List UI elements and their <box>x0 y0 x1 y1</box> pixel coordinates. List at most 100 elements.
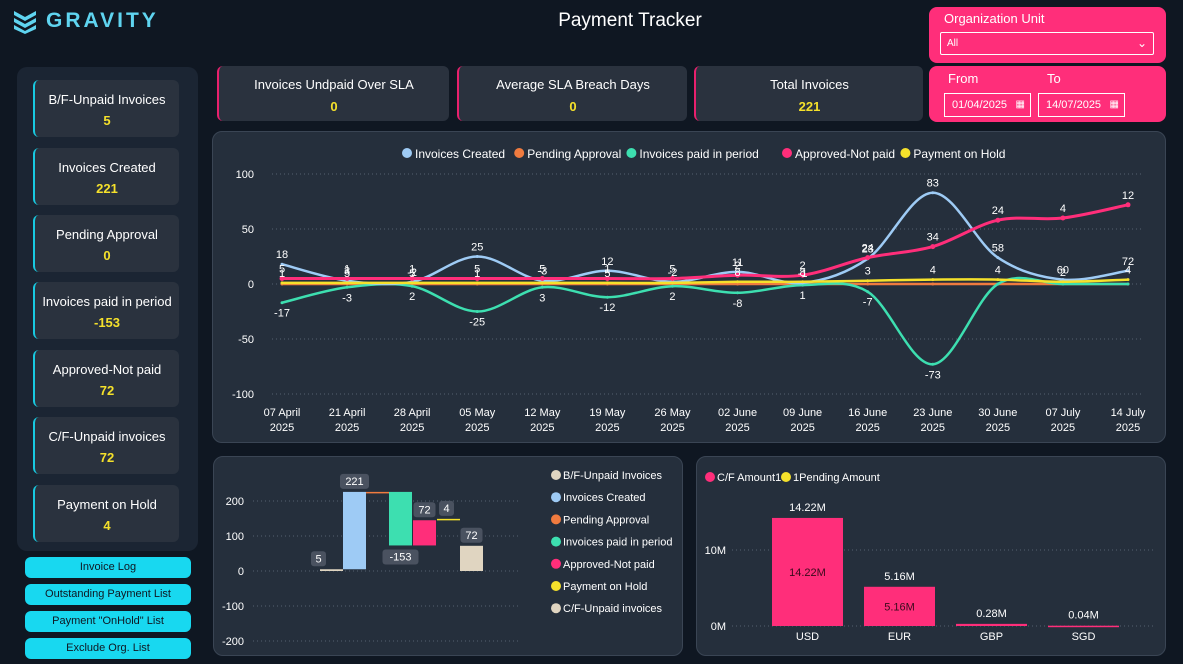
data-label: 24 <box>862 243 874 255</box>
data-point <box>345 281 349 285</box>
y-tick-label: -200 <box>222 636 244 648</box>
kpi-value: 5 <box>103 113 111 128</box>
outstanding-payment-list-button[interactable]: Outstanding Payment List <box>25 584 191 605</box>
x-tick-label: 2025 <box>725 422 749 434</box>
data-point <box>866 279 870 283</box>
x-tick-label: 09 June <box>783 407 822 419</box>
y-tick-label: 50 <box>242 224 254 236</box>
data-label: 5 <box>604 268 610 280</box>
kpi-cf-unpaid: C/F-Unpaid invoices 72 <box>33 417 179 474</box>
x-tick-label: 2025 <box>335 422 359 434</box>
legend-marker <box>402 148 412 158</box>
legend-marker <box>626 148 637 158</box>
y-tick-label: 0M <box>711 621 726 633</box>
kpi-label: Approved-Not paid <box>52 362 162 377</box>
data-label: 3 <box>865 266 871 278</box>
data-point <box>1126 282 1130 286</box>
kpi-label: B/F-Unpaid Invoices <box>48 92 166 107</box>
data-point <box>280 301 284 305</box>
kpi-label: Invoices paid in period <box>42 294 172 309</box>
to-date-input[interactable]: 14/07/2025 ▦ <box>1038 93 1125 117</box>
data-label: 34 <box>927 232 939 244</box>
kpi-label: Invoices Created <box>58 160 156 175</box>
data-point <box>410 284 414 288</box>
data-label: 4 <box>443 503 449 515</box>
kpi-label: Total Invoices <box>770 77 849 92</box>
calendar-icon[interactable]: ▦ <box>1110 94 1119 116</box>
legend-marker <box>551 470 561 480</box>
legend-label: C/F Amount1 <box>717 472 781 484</box>
data-point <box>1125 202 1131 208</box>
x-tick-label: 26 May <box>654 407 691 419</box>
from-label: From <box>948 71 979 86</box>
legend-label: Invoices Created <box>563 492 646 504</box>
data-label: 14.22M <box>789 502 826 514</box>
y-tick-label: 100 <box>226 531 244 543</box>
x-tick-label: 2025 <box>660 422 684 434</box>
organization-unit-select[interactable]: All ⌄ <box>940 32 1154 55</box>
x-tick-label: 12 May <box>524 407 561 419</box>
y-tick-label: 10M <box>705 545 726 557</box>
x-tick-label: GBP <box>980 631 1003 643</box>
kpi-undpaid-over-sla: Invoices Undpaid Over SLA 0 <box>217 66 449 121</box>
calendar-icon[interactable]: ▦ <box>1016 94 1025 116</box>
y-tick-label: -100 <box>232 389 254 401</box>
x-tick-label: SGD <box>1072 631 1096 643</box>
legend-marker <box>551 558 561 569</box>
organization-unit-value: All <box>947 38 959 49</box>
waterfall-chart: 200 100 0 -100 -200 5 221 -153 72 4 72 B/F-Unpaid I… <box>222 470 672 648</box>
data-label: 83 <box>927 178 939 190</box>
legend-label: 1Pending Amount <box>793 472 880 484</box>
data-point <box>605 295 609 299</box>
data-label: 5 <box>315 553 321 565</box>
waterfall-bar <box>437 518 460 521</box>
kpi-label: Pending Approval <box>56 227 158 242</box>
x-tick-label: 02 June <box>718 407 757 419</box>
data-point <box>670 281 674 285</box>
data-point <box>996 256 1000 260</box>
exclude-org-list-button[interactable]: Exclude Org. List <box>25 638 191 659</box>
kpi-value: 221 <box>798 99 821 114</box>
currency-bar <box>1048 625 1119 628</box>
data-label: 58 <box>992 243 1004 255</box>
data-label: 0.04M <box>1068 610 1099 622</box>
data-label: 72 <box>418 504 430 516</box>
trend-line-chart: Invoices Created Pending Approval Invoices… <box>232 147 1146 434</box>
data-label: 2 <box>1060 267 1066 279</box>
data-label: 5 <box>409 268 415 280</box>
date-range-filter: From To 01/04/2025 ▦ 14/07/2025 ▦ <box>929 66 1166 122</box>
waterfall-bar <box>366 491 389 494</box>
data-point <box>605 281 609 285</box>
inner-data-label: 14.22M <box>789 567 826 579</box>
y-tick-label: -100 <box>222 601 244 613</box>
waterfall-bar <box>413 520 436 546</box>
data-point <box>1060 215 1066 221</box>
data-point <box>930 244 936 250</box>
x-tick-label: 2025 <box>986 422 1010 434</box>
data-label: -25 <box>469 317 485 329</box>
x-tick-label: 07 April <box>264 407 301 419</box>
organization-unit-filter: Organization Unit All ⌄ <box>929 7 1166 63</box>
gravity-logo-icon <box>14 11 36 34</box>
data-point <box>801 280 805 284</box>
kpi-payment-on-hold: Payment on Hold 4 <box>33 485 179 542</box>
kpi-invoices-created: Invoices Created 221 <box>33 148 179 205</box>
x-tick-label: 2025 <box>790 422 814 434</box>
data-label: 8 <box>734 267 740 279</box>
from-date-value: 01/04/2025 <box>952 99 1008 111</box>
data-point <box>866 282 870 286</box>
x-tick-label: 28 April <box>394 407 431 419</box>
legend-marker <box>782 148 792 158</box>
kpi-label: Average SLA Breach Days <box>496 77 650 92</box>
payment-onhold-list-button[interactable]: Payment "OnHold" List <box>25 611 191 632</box>
y-tick-label: 100 <box>236 169 254 181</box>
kpi-average-sla-breach-days: Average SLA Breach Days 0 <box>457 66 687 121</box>
legend-label: Payment on Hold <box>563 581 647 593</box>
from-date-input[interactable]: 01/04/2025 ▦ <box>944 93 1031 117</box>
x-tick-label: 07 July <box>1045 407 1080 419</box>
x-tick-label: 2025 <box>400 422 424 434</box>
data-point <box>866 290 870 294</box>
legend-label: C/F-Unpaid invoices <box>563 603 663 615</box>
invoice-log-button[interactable]: Invoice Log <box>25 557 191 578</box>
data-point <box>1061 280 1065 284</box>
